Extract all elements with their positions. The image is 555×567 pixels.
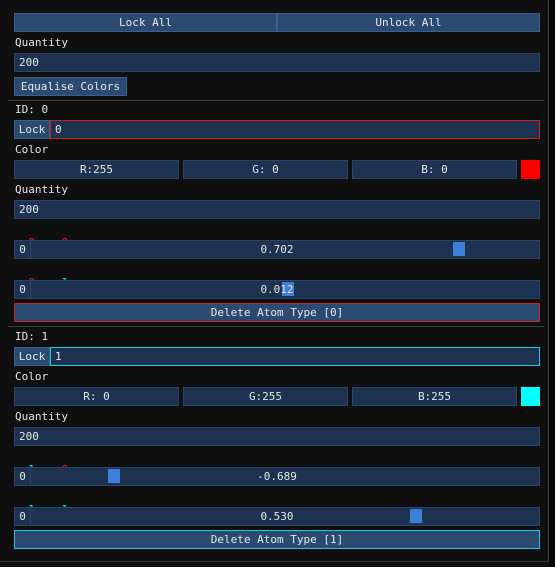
global-quantity-input[interactable]: 200 [14,53,540,72]
global-quantity-label: Quantity [15,36,68,49]
atom-0-quantity-input[interactable]: 200 [14,200,540,219]
atom-1-b-input[interactable]: B:255 [352,387,517,406]
atom-1-rel-0-slider[interactable]: 0 -0.689 [14,467,540,486]
atom-0-id: ID: 0 [15,103,49,116]
separator [8,326,544,327]
atom-1-r-input[interactable]: R: 0 [14,387,179,406]
atom-0-name-input[interactable]: 0 [50,120,540,139]
slider-value: -0.689 [257,470,297,483]
atom-1-color-label: Color [15,370,49,383]
atom-0-lock-button[interactable]: Lock [14,120,50,139]
unlock-all-button[interactable]: Unlock All [277,13,540,32]
lock-all-button[interactable]: Lock All [14,13,277,32]
atom-1-rel-1-slider[interactable]: 0 0.530 [14,507,540,526]
atom-1-id: ID: 1 [15,330,49,343]
atom-1-delete-button[interactable]: Delete Atom Type [1] [14,530,540,549]
atom-0-color-swatch[interactable] [521,160,540,179]
atom-0-b-input[interactable]: B: 0 [352,160,517,179]
atom-1-g-input[interactable]: G:255 [183,387,348,406]
slider-value: 0.702 [260,243,294,256]
atom-0-rel-1-slider[interactable]: 0 0.012 [14,280,540,299]
atom-1-color-swatch[interactable] [521,387,540,406]
atom-0-delete-button[interactable]: Delete Atom Type [0] [14,303,540,322]
scrollbar[interactable] [549,0,555,567]
equalise-colors-button[interactable]: Equalise Colors [14,77,127,96]
atom-1-quantity-input[interactable]: 200 [14,427,540,446]
atom-1-lock-button[interactable]: Lock [14,347,50,366]
atom-1-quantity-label: Quantity [15,410,68,423]
atom-0-g-input[interactable]: G: 0 [183,160,348,179]
atom-0-quantity-label: Quantity [15,183,68,196]
atom-0-color-label: Color [15,143,49,156]
atom-0-rel-0-slider[interactable]: 0 0.702 [14,240,540,259]
separator [8,100,544,101]
slider-value: 0.530 [260,510,294,523]
atom-0-r-input[interactable]: R:255 [14,160,179,179]
atom-1-name-input[interactable]: 1 [50,347,540,366]
slider-value: 0.012 [260,283,294,296]
